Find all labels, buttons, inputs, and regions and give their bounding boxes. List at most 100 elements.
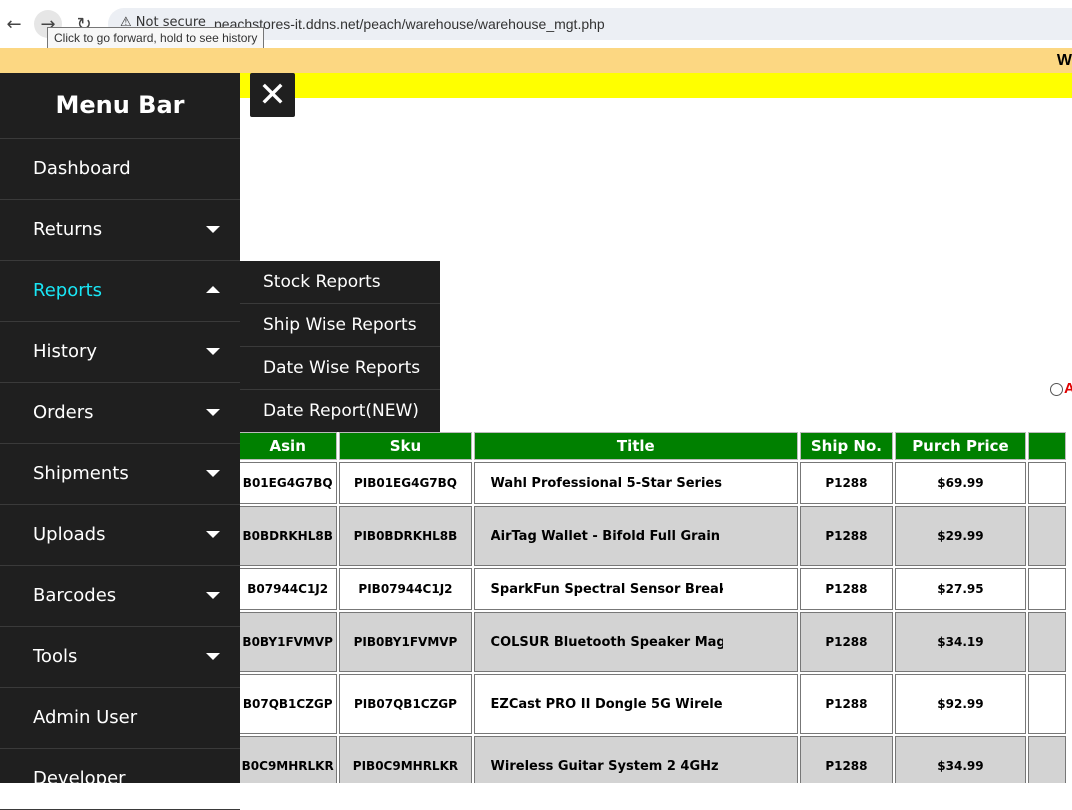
- submenu-ship-wise-reports[interactable]: Ship Wise Reports: [240, 304, 440, 347]
- table-header-row: Asin Sku Title Ship No. Purch Price: [240, 432, 1066, 460]
- caret-down-icon: [206, 470, 220, 477]
- cell-purch-price-text: $34.19: [937, 635, 984, 649]
- table-row: B0BDRKHL8B PIB0BDRKHL8B AirTag Wallet - Bi…: [240, 506, 1066, 566]
- sidebar-item-label: Tools: [33, 646, 78, 667]
- cell-purch-price: $34.99: [894, 736, 1027, 783]
- cell-asin: B0BY1FVMVP: [240, 612, 338, 672]
- cell-sku-text: PIB01EG4G7BQ: [353, 476, 457, 490]
- cell-purch-price: $29.99: [894, 506, 1027, 566]
- sidebar-item-label: Developer: [33, 768, 126, 789]
- cell-asin-text: B0BDRKHL8B: [242, 529, 333, 543]
- cell-sku: PIB07QB1CZGP: [339, 674, 472, 734]
- forward-tooltip: Click to go forward, hold to see history: [47, 27, 265, 49]
- cell-extra: [1028, 674, 1066, 734]
- caret-down-icon: [206, 653, 220, 660]
- cell-ship-no-text: P1288: [825, 759, 868, 773]
- caret-down-icon: [206, 409, 220, 416]
- cell-asin: B0BDRKHL8B: [240, 506, 338, 566]
- cell-title-text: Wireless Guitar System 2 4GHz wit: [490, 758, 723, 774]
- header-asin[interactable]: Asin: [240, 432, 338, 460]
- sidebar-item-developer[interactable]: Developer: [0, 749, 240, 810]
- cell-ship-no-text: P1288: [825, 529, 868, 543]
- reports-submenu: Stock Reports Ship Wise Reports Date Wis…: [240, 261, 440, 432]
- sidebar-item-barcodes[interactable]: Barcodes: [0, 566, 240, 627]
- cell-title: COLSUR Bluetooth Speaker Magne: [473, 612, 799, 672]
- header-ship-no[interactable]: Ship No.: [800, 432, 893, 460]
- table-row: B0BY1FVMVP PIB0BY1FVMVP COLSUR Bluetooth S…: [240, 612, 1066, 672]
- cell-asin: B01EG4G7BQ: [240, 462, 338, 504]
- cell-purch-price: $69.99: [894, 462, 1027, 504]
- cell-ship-no: P1288: [800, 462, 893, 504]
- sidebar-item-label: History: [33, 341, 98, 362]
- cell-title: EZCast PRO II Dongle 5G Wireless: [473, 674, 799, 734]
- sidebar-item-orders[interactable]: Orders: [0, 383, 240, 444]
- sidebar-item-label: Shipments: [33, 463, 129, 484]
- sidebar-item-admin-user[interactable]: Admin User: [0, 688, 240, 749]
- cell-purch-price: $27.95: [894, 568, 1027, 610]
- cell-sku-text: PIB07QB1CZGP: [353, 697, 457, 711]
- caret-up-icon: [206, 286, 220, 293]
- sidebar-item-label: Barcodes: [33, 585, 117, 606]
- sidebar-item-tools[interactable]: Tools: [0, 627, 240, 688]
- cell-title: SparkFun Spectral Sensor Breakou: [473, 568, 799, 610]
- warehouse-table-container: Asin Sku Title Ship No. Purch Price B01E…: [240, 430, 1072, 783]
- submenu-date-wise-reports[interactable]: Date Wise Reports: [240, 347, 440, 390]
- cell-ship-no-text: P1288: [825, 697, 868, 711]
- cell-ship-no-text: P1288: [825, 476, 868, 490]
- header-title[interactable]: Title: [473, 432, 799, 460]
- sidebar-item-uploads[interactable]: Uploads: [0, 505, 240, 566]
- cell-ship-no: P1288: [800, 674, 893, 734]
- radio-button[interactable]: [1050, 383, 1063, 396]
- cell-extra: [1028, 506, 1066, 566]
- sidebar-item-returns[interactable]: Returns: [0, 200, 240, 261]
- cell-ship-no: P1288: [800, 568, 893, 610]
- cell-ship-no: P1288: [800, 612, 893, 672]
- cell-title: AirTag Wallet - Bifold Full Grain Le: [473, 506, 799, 566]
- header-sku[interactable]: Sku: [339, 432, 472, 460]
- cell-sku-text: PIB0C9MHRLKR: [352, 759, 459, 773]
- table-row: B0C9MHRLKR PIB0C9MHRLKR Wireless Guitar Sy…: [240, 736, 1066, 783]
- cell-extra: [1028, 736, 1066, 783]
- cell-purch-price-text: $27.95: [937, 582, 984, 596]
- cell-asin: B07944C1J2: [240, 568, 338, 610]
- cell-ship-no: P1288: [800, 506, 893, 566]
- cell-title: Wahl Professional 5-Star Series Re: [473, 462, 799, 504]
- sidebar-item-shipments[interactable]: Shipments: [0, 444, 240, 505]
- cell-extra: [1028, 462, 1066, 504]
- banner-text: W: [1056, 52, 1072, 69]
- sidebar-item-label: Dashboard: [33, 158, 131, 179]
- cell-extra: [1028, 568, 1066, 610]
- sidebar-item-label: Returns: [33, 219, 103, 240]
- cell-sku-text: PIB0BDRKHL8B: [353, 529, 458, 543]
- header-purch-price[interactable]: Purch Price: [894, 432, 1027, 460]
- header-extra: [1028, 432, 1066, 460]
- table-row: B07944C1J2 PIB07944C1J2 SparkFun Spectral …: [240, 568, 1066, 610]
- radio-label: A: [1064, 380, 1072, 397]
- sidebar-item-reports[interactable]: Reports: [0, 261, 240, 322]
- submenu-date-report-new[interactable]: Date Report(NEW): [240, 390, 440, 432]
- cell-purch-price-text: $29.99: [937, 529, 984, 543]
- submenu-stock-reports[interactable]: Stock Reports: [240, 261, 440, 304]
- cell-sku: PIB0BDRKHL8B: [339, 506, 472, 566]
- menu-title: Menu Bar: [0, 73, 240, 139]
- back-arrow-icon[interactable]: ←: [0, 10, 28, 38]
- sidebar-item-label: Reports: [33, 280, 103, 301]
- close-menu-button[interactable]: ✕: [250, 73, 295, 117]
- sidebar-item-history[interactable]: History: [0, 322, 240, 383]
- cell-sku: PIB07944C1J2: [339, 568, 472, 610]
- url-text[interactable]: peachstores-it.ddns.net/peach/warehouse/…: [214, 16, 605, 32]
- sidebar-item-dashboard[interactable]: Dashboard: [0, 139, 240, 200]
- cell-asin-text: B07944C1J2: [247, 582, 329, 596]
- cell-purch-price-text: $34.99: [937, 759, 984, 773]
- cell-asin-text: B0C9MHRLKR: [241, 759, 334, 773]
- cell-purch-price-text: $92.99: [937, 697, 984, 711]
- cell-sku: PIB0C9MHRLKR: [339, 736, 472, 783]
- cell-sku: PIB0BY1FVMVP: [339, 612, 472, 672]
- caret-down-icon: [206, 531, 220, 538]
- browser-toolbar: ← → ↻ ⚠ Not secure peachstores-it.ddns.n…: [0, 0, 1072, 49]
- table-row: B01EG4G7BQ PIB01EG4G7BQ Wahl Professional …: [240, 462, 1066, 504]
- sidebar-menu: Menu Bar Dashboard Returns Reports History O…: [0, 73, 240, 810]
- cell-purch-price: $92.99: [894, 674, 1027, 734]
- cell-title-text: AirTag Wallet - Bifold Full Grain Le: [490, 528, 723, 544]
- cell-asin-text: B0BY1FVMVP: [242, 635, 333, 649]
